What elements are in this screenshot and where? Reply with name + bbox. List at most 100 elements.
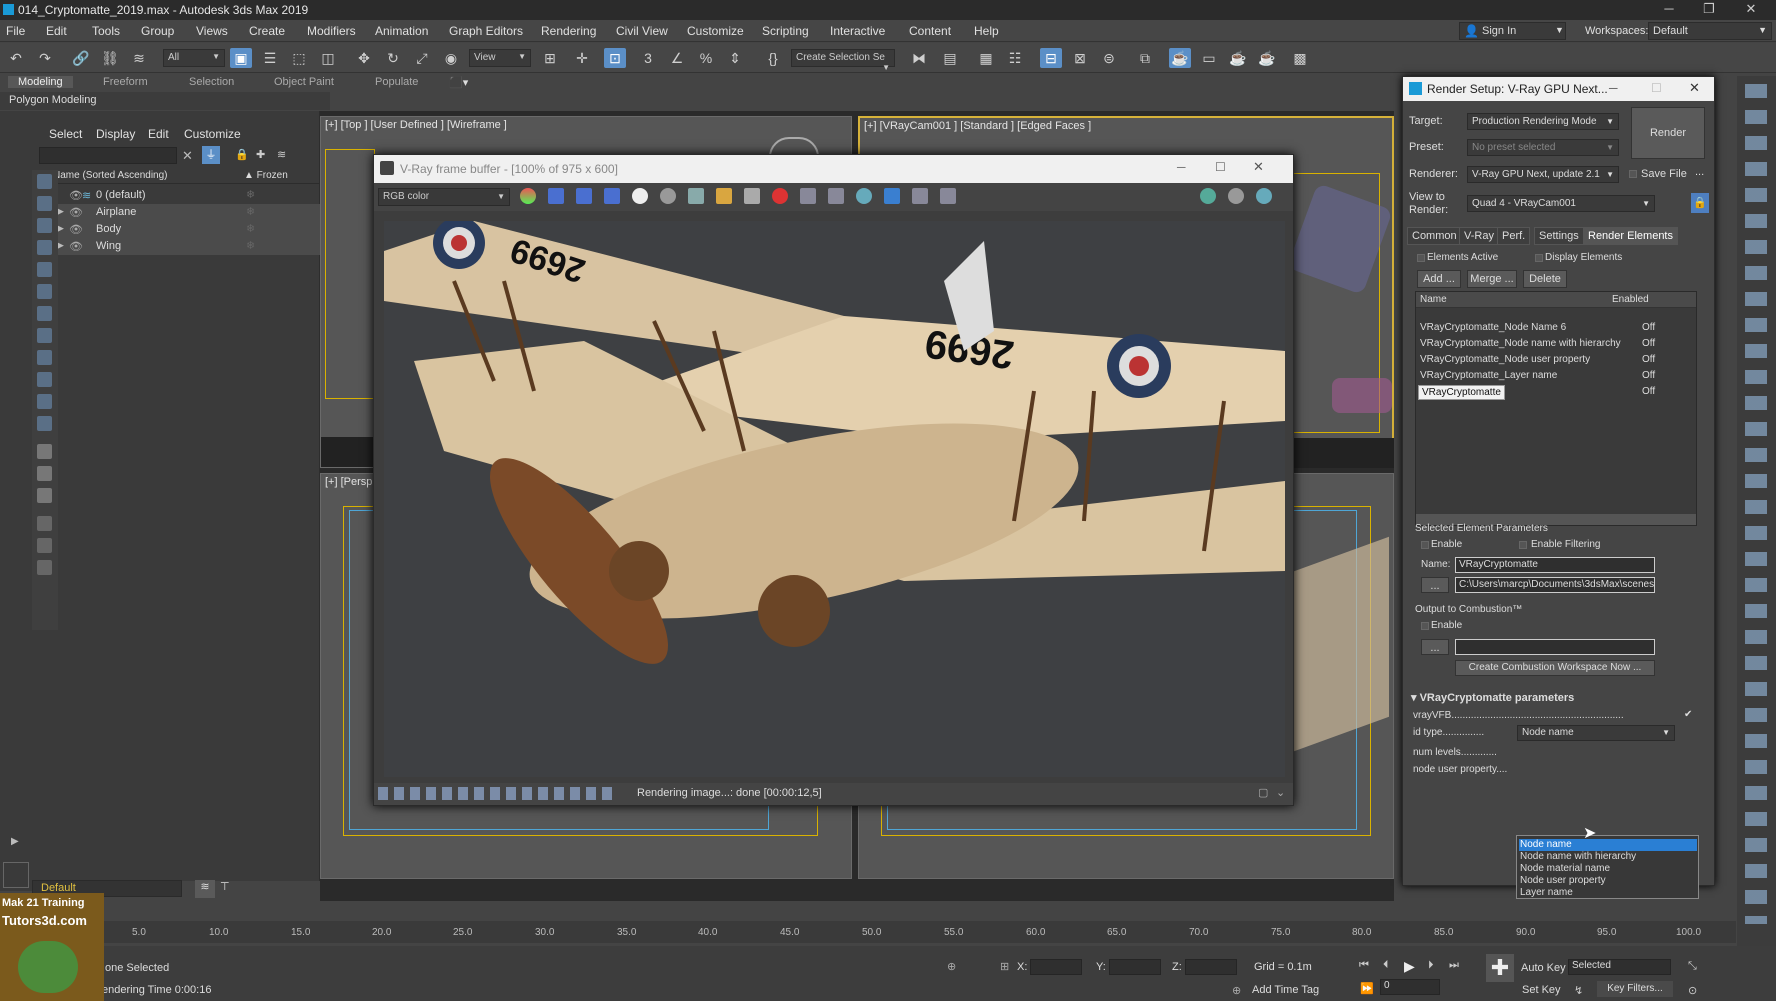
render-button[interactable]: Render: [1631, 107, 1705, 159]
frozen-icon[interactable]: [37, 394, 52, 409]
elements-active-checkbox[interactable]: [1417, 254, 1425, 262]
layers-icon[interactable]: ≋: [277, 148, 286, 161]
history-icon[interactable]: [940, 188, 956, 204]
combustion-browse-button[interactable]: ...: [1421, 639, 1449, 655]
menu-content[interactable]: Content: [909, 24, 951, 38]
close-icon[interactable]: ✕: [1253, 159, 1264, 175]
list-item[interactable]: ▶ 👁 Wing ❄: [32, 238, 320, 255]
select-children-icon[interactable]: [37, 516, 52, 531]
expand-icon[interactable]: ▶: [57, 240, 64, 251]
menu-group[interactable]: Group: [141, 24, 174, 38]
table-row[interactable]: VRayCryptomatte_Node name with hierarchy…: [1416, 338, 1681, 353]
ribbon-tab-modeling[interactable]: Modeling: [8, 76, 73, 88]
tab-vray[interactable]: V-Ray: [1459, 227, 1499, 245]
ribbon-tab-selection[interactable]: Selection: [189, 76, 234, 88]
eye-icon[interactable]: 👁: [69, 206, 83, 219]
filter-icon[interactable]: [37, 538, 52, 553]
mono-icon[interactable]: [660, 188, 676, 204]
dropdown-option[interactable]: Node material name: [1519, 863, 1697, 875]
tag-icon[interactable]: [37, 560, 52, 575]
enable-checkbox[interactable]: [1421, 541, 1429, 549]
selection-lock-icon[interactable]: ⊕: [947, 960, 956, 973]
renderer-dropdown[interactable]: V-Ray GPU Next, update 2.1 ▼: [1467, 166, 1619, 183]
teapot-icon[interactable]: [1256, 188, 1272, 204]
add-layer-icon[interactable]: ✚: [256, 148, 265, 161]
load-image-icon[interactable]: [716, 188, 732, 204]
table-row[interactable]: VRayCryptomatte_Layer name Off: [1416, 370, 1681, 385]
clear-image-icon[interactable]: [744, 188, 760, 204]
se-menu-customize[interactable]: Customize: [184, 127, 241, 141]
polygon-modeling-label[interactable]: Polygon Modeling: [0, 92, 330, 110]
element-name-input[interactable]: VRayCryptomatte: [1455, 557, 1655, 573]
status-icons[interactable]: [378, 787, 618, 800]
minimize-icon[interactable]: ─: [1609, 81, 1618, 95]
filter-icon[interactable]: ⏚: [202, 146, 220, 164]
viewport-label[interactable]: [+] [Persp: [325, 476, 372, 488]
bracket-icon[interactable]: ⧉: [1134, 48, 1156, 68]
keyboard-shortcut-icon[interactable]: ⊡: [604, 48, 626, 68]
cameras-icon[interactable]: [37, 240, 52, 255]
element-path-input[interactable]: C:\Users\marcp\Documents\3dsMax\scenes\_…: [1455, 577, 1655, 593]
percent-snap-icon[interactable]: %: [695, 48, 717, 68]
save-file-checkbox[interactable]: [1629, 170, 1637, 178]
eye-icon[interactable]: 👁: [69, 240, 83, 253]
signin-button[interactable]: 👤 Sign In ▼: [1459, 22, 1566, 40]
material-editor-icon[interactable]: ⊜: [1098, 48, 1120, 68]
z-coord-input[interactable]: [1185, 959, 1237, 975]
view-dropdown[interactable]: Quad 4 - VRayCam001 ▼: [1467, 195, 1655, 212]
maximize-icon[interactable]: ▢: [1258, 786, 1268, 799]
dropdown-option[interactable]: Node name with hierarchy: [1519, 851, 1697, 863]
dropdown-option[interactable]: Node user property: [1519, 875, 1697, 887]
zoom-extents-icon[interactable]: ⤡: [1688, 960, 1697, 973]
target-dropdown[interactable]: Production Rendering Mode ▼: [1467, 113, 1619, 130]
render-last-icon[interactable]: [856, 188, 872, 204]
eye-icon[interactable]: 👁: [69, 189, 83, 202]
se-menu-edit[interactable]: Edit: [148, 127, 169, 141]
xrefs-icon[interactable]: [37, 328, 52, 343]
tab-common[interactable]: Common: [1407, 227, 1462, 245]
close-icon[interactable]: ✕: [1736, 1, 1766, 17]
render-production-icon[interactable]: ☕: [1227, 48, 1249, 68]
maximize-icon[interactable]: ☐: [1215, 160, 1226, 174]
stop-render-icon[interactable]: [772, 188, 788, 204]
list-item[interactable]: ▶ 👁 Body ❄: [32, 221, 320, 238]
menu-file[interactable]: File: [6, 24, 25, 38]
pivot-icon[interactable]: ⊞: [539, 48, 561, 68]
display-none-icon[interactable]: [37, 466, 52, 481]
key-mode-icon[interactable]: ⏩: [1360, 982, 1374, 995]
scale-icon[interactable]: ⤢: [411, 48, 433, 68]
minimize-icon[interactable]: ─: [1177, 160, 1186, 174]
lock-view-icon[interactable]: 🔒: [1691, 193, 1709, 213]
named-selection-icon[interactable]: {}: [762, 48, 784, 68]
red-channel-icon[interactable]: [548, 188, 564, 204]
tab-perf[interactable]: Perf.: [1497, 227, 1531, 245]
lens-effects-icon[interactable]: [884, 188, 900, 204]
menu-civil-view[interactable]: Civil View: [616, 24, 668, 38]
restore-icon[interactable]: ❐: [1694, 1, 1724, 17]
selection-filter-dropdown[interactable]: All ▼: [163, 49, 225, 67]
ribbon-toggle-icon[interactable]: ☷: [1004, 48, 1026, 68]
expand-icon[interactable]: ▶: [11, 836, 19, 847]
render-setup-icon[interactable]: ☕: [1169, 48, 1191, 68]
se-search-input[interactable]: [39, 147, 177, 164]
preset-dropdown[interactable]: No preset selected ▼: [1467, 139, 1619, 156]
combustion-enable-checkbox[interactable]: [1421, 622, 1429, 630]
key-selection-dropdown[interactable]: Selected: [1568, 959, 1671, 975]
time-tag-icon[interactable]: ⊕: [1232, 984, 1241, 997]
maximize-icon[interactable]: ☐: [1651, 81, 1662, 95]
frame-input[interactable]: 0: [1380, 979, 1440, 995]
region-render-icon[interactable]: [800, 188, 816, 204]
groups-icon[interactable]: [37, 306, 52, 321]
alpha-channel-icon[interactable]: [632, 188, 648, 204]
freeze-icon[interactable]: ❄: [246, 239, 255, 252]
schematic-view-icon[interactable]: ⊠: [1069, 48, 1091, 68]
se-col-name[interactable]: Name (Sorted Ascending): [53, 170, 168, 181]
menu-interactive[interactable]: Interactive: [830, 24, 885, 38]
enable-filtering-checkbox[interactable]: [1519, 541, 1527, 549]
dropdown-option[interactable]: Layer name: [1519, 887, 1697, 899]
move-icon[interactable]: ✥: [353, 48, 375, 68]
selection-set-dropdown[interactable]: Create Selection Se ▼: [791, 49, 895, 72]
se-menu-display[interactable]: Display: [96, 127, 135, 141]
menu-views[interactable]: Views: [196, 24, 228, 38]
rotate-icon[interactable]: ↻: [382, 48, 404, 68]
